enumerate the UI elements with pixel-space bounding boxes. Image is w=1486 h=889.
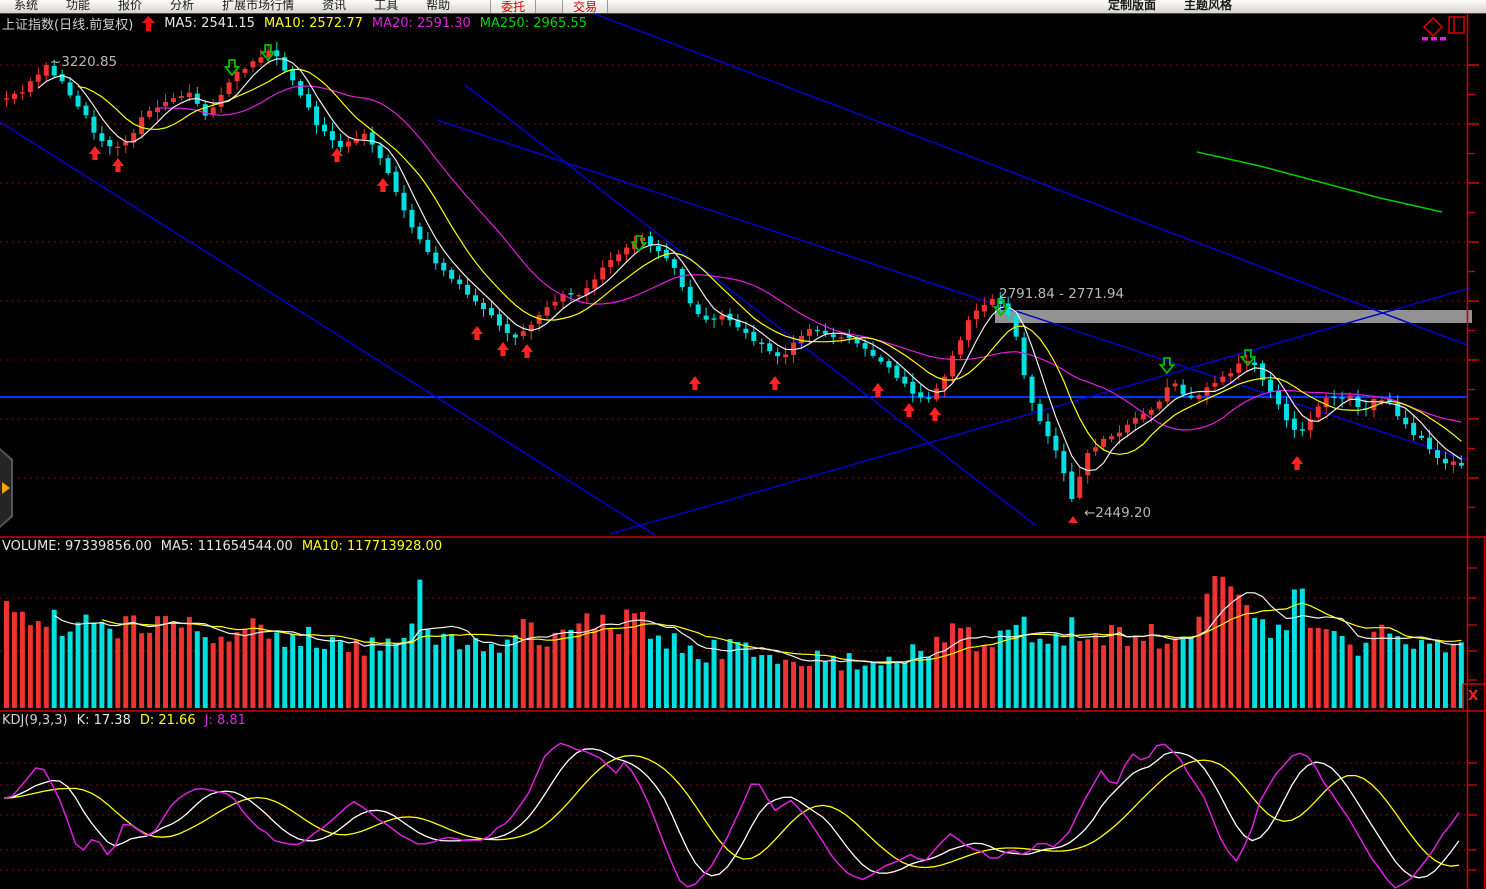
menu-item[interactable]: 资讯	[308, 0, 360, 13]
kdj-header: KDJ(9,3,3) K: 17.38 D: 21.66 J: 8.81	[2, 713, 246, 728]
indicator-close-button[interactable]: X	[1468, 688, 1478, 704]
diamond-tool-icon	[1424, 18, 1442, 36]
kdj-label: KDJ(9,3,3)	[2, 713, 68, 728]
ma5-value: MA5: 2541.15	[164, 16, 255, 31]
sidebar-expand-handle[interactable]	[0, 448, 13, 528]
red-up-arrow-icon	[142, 16, 155, 31]
kdj-d-value: D: 21.66	[140, 713, 196, 728]
ma10-value: MA10: 2572.77	[264, 16, 363, 31]
menu-item[interactable]: 帮助	[412, 0, 464, 13]
menu-bar: 系统功能报价分析扩展市场行情资讯工具帮助 委托 交易 定制版面主题风格	[0, 0, 1486, 14]
volume-value: VOLUME: 97339856.00	[2, 539, 152, 554]
menu-item[interactable]: 报价	[104, 0, 156, 13]
menu-item[interactable]: 定制版面	[1094, 0, 1170, 13]
menu-broker-button[interactable]: 交易	[562, 0, 608, 14]
expand-arrow-icon	[2, 482, 10, 494]
menu-item[interactable]: 主题风格	[1170, 0, 1246, 13]
volume-ma5-value: MA5: 111654544.00	[161, 539, 293, 554]
main-chart-header: 上证指数(日线.前复权) MA5: 2541.15 MA10: 2572.77 …	[2, 14, 587, 33]
menu-item[interactable]: 系统	[0, 0, 52, 13]
volume-header: VOLUME: 97339856.00 MA5: 111654544.00 MA…	[2, 539, 442, 554]
menu-item[interactable]: 功能	[52, 0, 104, 13]
menu-broker-button[interactable]: 委托	[490, 0, 536, 14]
split-window-icon	[1449, 17, 1464, 33]
kdj-k-value: K: 17.38	[77, 713, 131, 728]
high-price-annotation: ~3220.85	[50, 54, 117, 70]
stock-app-window: 系统功能报价分析扩展市场行情资讯工具帮助 委托 交易 定制版面主题风格 上证指数(日线…	[0, 0, 1486, 889]
menu-item[interactable]: 工具	[360, 0, 412, 13]
ma20-value: MA20: 2591.30	[372, 16, 471, 31]
menu-item[interactable]: 分析	[156, 0, 208, 13]
ma250-value: MA250: 2965.55	[480, 16, 587, 31]
chart-canvas	[0, 0, 1486, 889]
low-price-annotation: ←2449.20	[1084, 505, 1151, 521]
volume-ma10-value: MA10: 117713928.00	[302, 539, 442, 554]
menu-item[interactable]: 扩展市场行情	[208, 0, 308, 13]
chart-title: 上证指数(日线.前复权)	[2, 14, 133, 33]
kdj-j-value: J: 8.81	[205, 713, 246, 728]
gap-zone-annotation: 2791.84 - 2771.94	[999, 286, 1124, 302]
